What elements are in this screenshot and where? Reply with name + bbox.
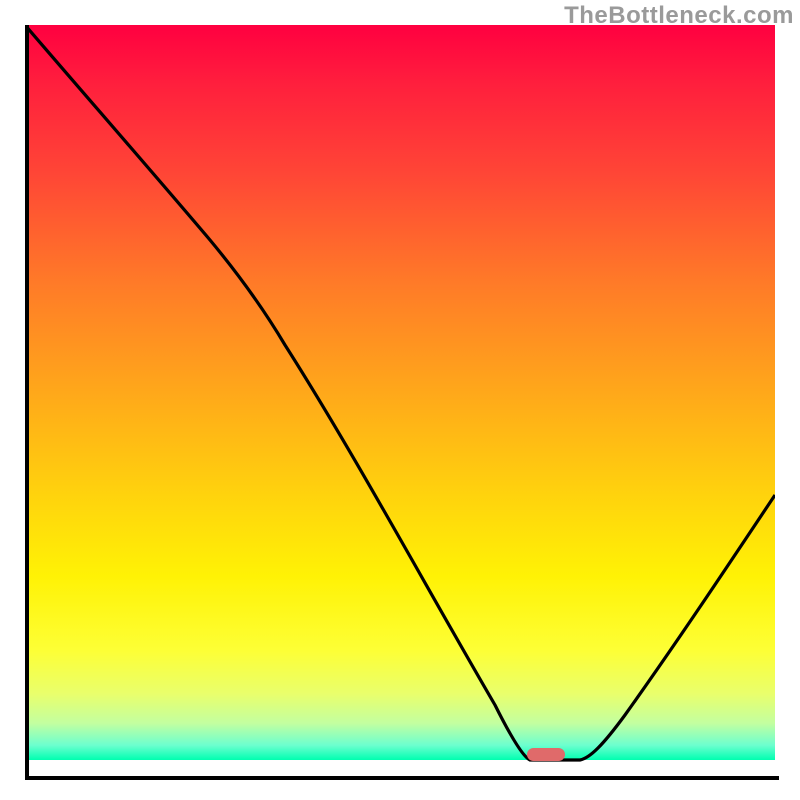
- x-axis: [25, 776, 779, 780]
- curve-path: [25, 25, 775, 760]
- optimal-marker: [527, 748, 565, 761]
- chart-container: TheBottleneck.com: [0, 0, 800, 800]
- plot-area: [25, 25, 775, 780]
- y-axis: [25, 25, 29, 780]
- bottleneck-curve: [25, 25, 775, 780]
